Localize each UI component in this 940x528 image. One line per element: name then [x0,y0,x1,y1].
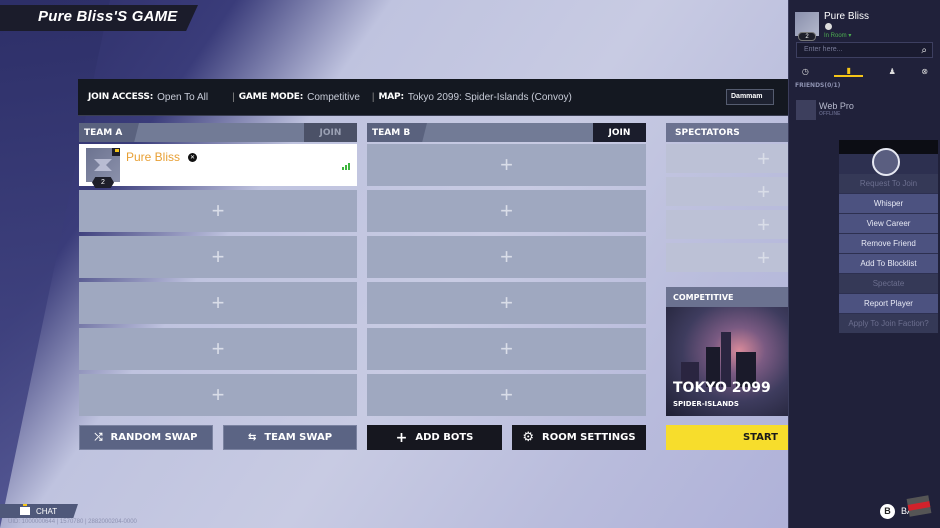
room-settings-button[interactable]: ⚙ ROOM SETTINGS [512,425,646,450]
empty-slot[interactable]: + [79,190,357,232]
game-mode-value: Competitive [307,91,360,103]
sidebar-avatar: 2 [795,12,819,41]
tab-friends[interactable]: ▮ [834,66,863,77]
xbox-icon [825,23,832,30]
spectator-slot[interactable]: + [666,177,788,206]
empty-slot[interactable]: + [367,236,646,278]
plus-icon: + [395,429,408,446]
empty-slot[interactable]: + [79,236,357,278]
spectator-slot[interactable]: + [666,210,788,239]
spectators-header: SPECTATORS [666,123,788,142]
menu-item-add-to-blocklist[interactable]: Add To Blocklist [839,254,938,273]
search-placeholder: Enter here... [804,46,843,53]
sidebar-level: 2 [798,32,816,41]
spectators-column: SPECTATORS + + + + [666,123,788,272]
empty-slot[interactable]: + [367,282,646,324]
chat-label: CHAT [36,506,58,516]
friend-status: OFFLINE [819,111,841,117]
join-access-value: Open To All [157,91,209,103]
search-icon[interactable]: ⌕ [921,45,927,56]
swap-arrows-icon: ⇆ [247,432,257,443]
team-b-join-button[interactable]: JOIN [593,123,646,142]
cursor-ring-icon [872,148,900,176]
empty-slot[interactable]: + [367,374,646,416]
map-name: TOKYO 2099 [673,380,771,396]
status-label: In Room [824,33,847,39]
map-preview-image: TOKYO 2099 SPIDER-ISLANDS [666,307,788,416]
start-button[interactable]: START [666,425,788,450]
add-bots-button[interactable]: + ADD BOTS [367,425,502,450]
friend-avatar[interactable] [796,100,816,120]
start-label: START [742,432,778,443]
chat-button[interactable]: CHAT [0,504,78,518]
tab-recent[interactable]: ◷ [802,67,809,76]
spectator-slot[interactable]: + [666,144,788,173]
spectator-slot[interactable]: + [666,243,788,272]
random-swap-button[interactable]: ⤮ RANDOM SWAP [79,425,213,450]
game-mode-label: GAME MODE: [238,92,304,102]
menu-item-request-to-join: Request To Join [839,174,938,193]
b-button-icon[interactable]: B [880,504,895,519]
player-emblem-icon [94,159,112,171]
menu-item-report-player[interactable]: Report Player [839,294,938,313]
team-b-header: TEAM B JOIN [367,123,646,142]
friend-search-input[interactable]: Enter here... ⌕ [796,42,933,58]
team-swap-button[interactable]: ⇆ TEAM SWAP [223,425,357,450]
back-decoration-icon [906,495,932,517]
map-mode-label: COMPETITIVE [666,287,788,307]
team-b-label: TEAM B [367,123,427,142]
sidebar-username: Pure Bliss [824,11,870,22]
team-a-column: TEAM A JOIN 2 Pure Bliss ✕ + + + + + [79,123,357,416]
spectators-label: SPECTATORS [675,127,740,138]
signal-strength-icon [342,163,350,170]
team-a-join-button[interactable]: JOIN [304,123,357,142]
team-swap-label: TEAM SWAP [264,432,333,443]
join-access-label: JOIN ACCESS: [88,92,154,102]
menu-item-remove-friend[interactable]: Remove Friend [839,234,938,253]
friend-name[interactable]: Web Pro [819,101,854,111]
player-name[interactable]: Pure Bliss [126,150,180,164]
room-info-bar: JOIN ACCESS: Open To All | GAME MODE: Co… [78,79,788,116]
empty-slot[interactable]: + [79,282,357,324]
map-label: MAP: [378,92,405,102]
divider: | [371,91,375,103]
random-swap-label: RANDOM SWAP [110,432,198,443]
friends-header: FRIENDS(0/1) [795,82,841,89]
empty-slot[interactable]: + [367,190,646,232]
add-bots-label: ADD BOTS [415,432,474,443]
menu-item-view-career[interactable]: View Career [839,214,938,233]
chat-icon [20,504,30,515]
xbox-icon: ✕ [188,152,198,162]
tab-xbox[interactable]: ⊗ [921,67,928,76]
gear-icon: ⚙ [522,430,535,445]
empty-slot[interactable]: + [367,144,646,186]
sidebar-tabs: ◷ ▮ ♟ ⊗ [789,64,940,78]
player-avatar: 2 [86,148,120,188]
room-title: Pure Bliss'S GAME [38,8,178,25]
map-card: COMPETITIVE TOKYO 2099 SPIDER-ISLANDS [666,287,788,416]
map-value: Tokyo 2099: Spider-Islands (Convoy) [407,91,572,103]
friend-context-menu: Request To Join Whisper View Career Remo… [839,140,938,333]
empty-slot[interactable]: + [367,328,646,370]
shuffle-icon: ⤮ [94,432,103,443]
map-subtitle: SPIDER-ISLANDS [673,400,739,408]
menu-item-whisper[interactable]: Whisper [839,194,938,213]
tab-players[interactable]: ♟ [889,67,896,76]
host-flag-icon [112,148,120,156]
room-settings-label: ROOM SETTINGS [542,432,636,443]
menu-item-spectate: Spectate [839,274,938,293]
team-a-header: TEAM A JOIN [79,123,357,142]
empty-slot[interactable]: + [79,374,357,416]
team-a-label: TEAM A [79,123,139,142]
team-b-column: TEAM B JOIN + + + + + + [367,123,646,416]
region-selector[interactable]: Dammam [726,89,774,105]
menu-item-apply-to-join-faction: Apply To Join Faction? [839,314,938,333]
player-level: 2 [92,177,114,188]
divider: | [232,91,235,103]
uid-text: UID: 1000000644 | 1570780 | 2882000204-0… [8,519,137,525]
chevron-down-icon: ▾ [848,33,852,39]
empty-slot[interactable]: + [79,328,357,370]
player-slot[interactable]: 2 Pure Bliss ✕ [79,144,357,188]
status-dropdown[interactable]: In Room ▾ [824,32,851,39]
